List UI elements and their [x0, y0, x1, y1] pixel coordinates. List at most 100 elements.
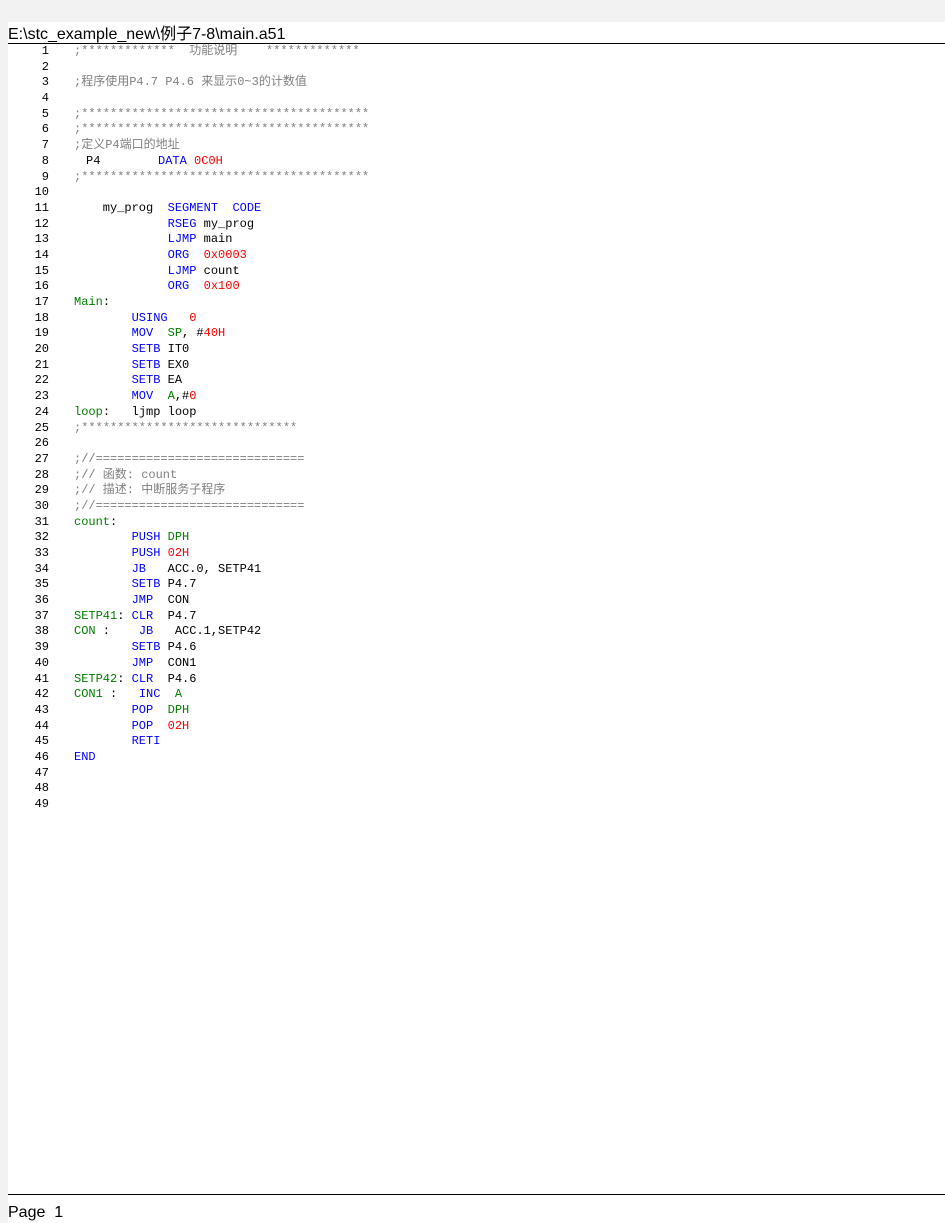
line-number: 12 — [34, 216, 49, 231]
label-token: CON1 — [74, 687, 103, 702]
label-token: SETP42 — [74, 671, 118, 686]
line-text: LJMP main — [74, 232, 233, 248]
code-token: my_prog — [74, 200, 168, 215]
line-number: 9 — [41, 169, 49, 184]
label-token: A — [167, 389, 175, 404]
number-token: 0 — [189, 389, 197, 404]
comment-token: ;程序使用P4.7 P4.6 来显示0~3的计数值 — [74, 75, 307, 90]
number-token: 40H — [203, 326, 226, 341]
keyword-token: ORG — [167, 247, 190, 262]
line-number: 4 — [41, 91, 49, 106]
line-text: ;//============================= — [74, 499, 304, 515]
line-text: ;定义P4端口的地址 — [74, 138, 180, 154]
line-text: PUSH 02H — [74, 546, 190, 562]
code-line: 39 SETB P4.6 — [8, 640, 197, 656]
number-token: 0C0H — [194, 153, 223, 168]
code-line: 36 JMP CON — [8, 593, 190, 609]
comment-token: ;***************************************… — [74, 169, 370, 184]
line-text: END — [74, 750, 96, 766]
code-token: P4.7 — [153, 608, 197, 623]
print-page: E:\stc_example_new\例子7-8\main.a51 1 ;****… — [8, 22, 945, 1223]
line-number: 27 — [34, 451, 49, 466]
line-number: 29 — [34, 483, 49, 498]
keyword-token: USING — [131, 310, 168, 325]
code-token: my_prog — [196, 216, 255, 231]
keyword-token: SETB — [131, 640, 161, 655]
page-number: Page 1 — [8, 1204, 64, 1221]
code-token: ACC.0, SETP41 — [146, 561, 262, 576]
line-number: 1 — [41, 44, 49, 58]
comment-token: ;****************************** — [74, 420, 298, 435]
code-token: P4.6 — [160, 640, 197, 655]
code-line: 4 — [8, 91, 49, 107]
keyword-token: END — [74, 749, 96, 764]
line-number: 48 — [34, 781, 49, 796]
code-line: 46 END — [8, 750, 96, 766]
code-token: main — [196, 232, 233, 247]
code-line: 35 SETB P4.7 — [8, 577, 197, 593]
line-text: SETP42: CLR P4.6 — [74, 672, 196, 688]
code-line: 18 USING 0 — [8, 311, 197, 327]
keyword-token: JMP — [131, 593, 154, 608]
label-token: SETP41 — [74, 608, 118, 623]
line-number: 25 — [34, 420, 49, 435]
line-text: loop: ljmp loop — [74, 405, 196, 421]
line-number: 34 — [34, 561, 49, 576]
label-token: count — [74, 514, 111, 529]
keyword-token: ORG — [167, 279, 190, 294]
keyword-token: SETB — [131, 357, 161, 372]
code-line: 16 ORG 0x100 — [8, 279, 240, 295]
line-number: 28 — [34, 467, 49, 482]
code-line: 17 Main: — [8, 295, 110, 311]
keyword-token: DATA — [158, 153, 187, 168]
line-text: ;****************************** — [74, 421, 297, 437]
line-text: PUSH DPH — [74, 530, 190, 546]
line-number: 22 — [34, 373, 49, 388]
code-line: 41 SETP42: CLR P4.6 — [8, 672, 197, 688]
line-number: 13 — [34, 232, 49, 247]
keyword-token: CLR — [131, 671, 154, 686]
line-text: CON1 : INC A — [74, 687, 182, 703]
number-token: 02H — [167, 718, 190, 733]
code-line: 33 PUSH 02H — [8, 546, 190, 562]
line-number: 44 — [34, 718, 49, 733]
label-token: loop — [74, 404, 103, 419]
keyword-token: RSEG — [167, 216, 197, 231]
line-number: 3 — [41, 75, 49, 90]
code-line: 11 my_prog SEGMENT CODE — [8, 201, 262, 217]
code-line: 26 — [8, 436, 49, 452]
code-line: 27 ;//============================= — [8, 451, 305, 468]
code-line: 48 — [8, 781, 49, 797]
code-line: 19 MOV SP, #40H — [8, 326, 226, 342]
keyword-token: INC — [138, 687, 161, 702]
keyword-token: LJMP — [167, 263, 197, 278]
line-number: 30 — [34, 498, 49, 513]
comment-token: ;定义P4端口的地址 — [74, 138, 180, 153]
number-token: 02H — [167, 546, 190, 560]
code-line: 13 LJMP main — [8, 232, 233, 248]
label-token: DPH — [167, 702, 190, 717]
code-token: : — [117, 608, 132, 623]
code-token: : — [110, 514, 118, 529]
line-text: SETB P4.6 — [74, 640, 197, 656]
code-line: 25 ;****************************** — [8, 420, 298, 437]
line-text: ;// 函数: count — [74, 468, 177, 484]
number-token: 0x0003 — [203, 247, 247, 262]
code-token: EA — [160, 373, 183, 388]
line-text: MOV A,#0 — [74, 389, 197, 405]
code-token: : — [102, 687, 139, 702]
code-line: 43 POP DPH — [8, 703, 190, 719]
code-line: 38 CON : JB ACC.1,SETP42 — [8, 624, 262, 640]
line-number: 45 — [34, 734, 49, 749]
code-line: 45 RETI — [8, 734, 161, 750]
